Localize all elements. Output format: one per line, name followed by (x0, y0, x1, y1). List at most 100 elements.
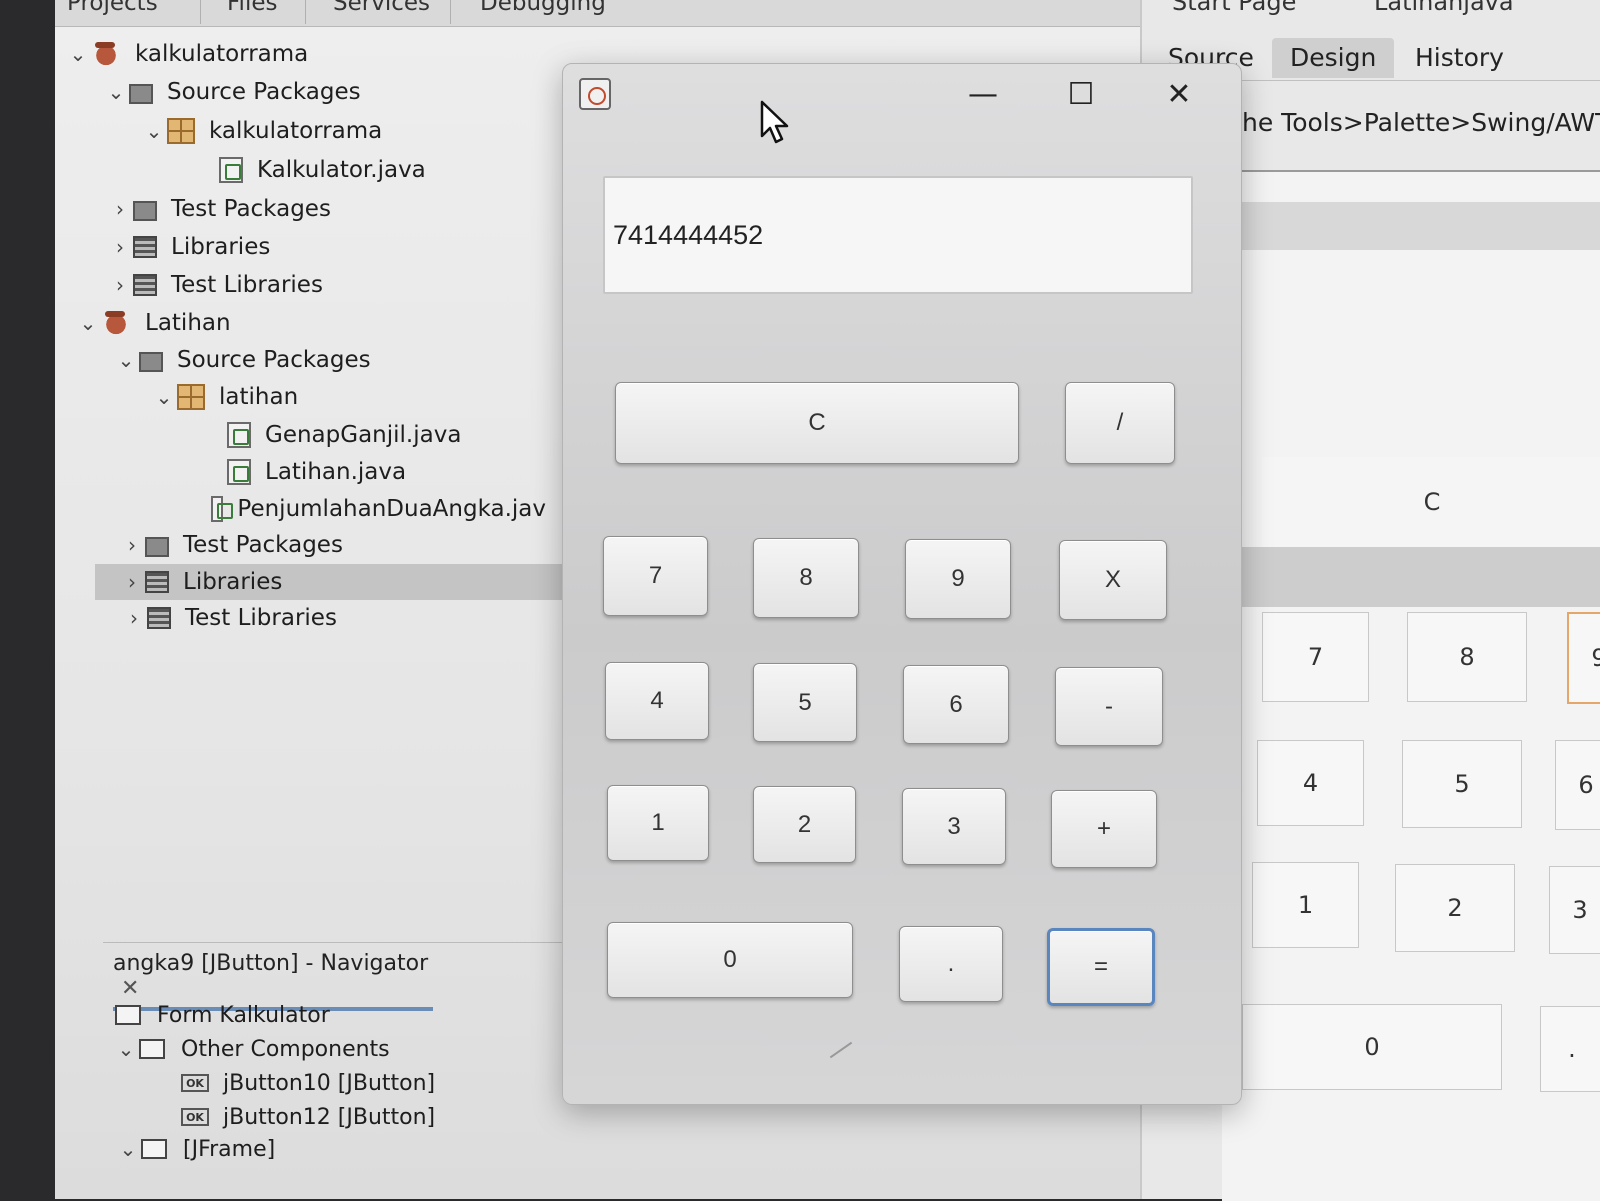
tab-history[interactable]: History (1397, 38, 1522, 78)
java-form-icon (227, 459, 251, 485)
maximize-button[interactable]: ☐ (1051, 72, 1111, 116)
calculator-display[interactable]: 7414444452 (603, 176, 1193, 294)
palette-hint: he Tools>Palette>Swing/AWT (1242, 108, 1600, 137)
components-icon (139, 1039, 165, 1059)
tree-item-label: latihan (219, 384, 299, 410)
design-button-5[interactable]: 5 (1402, 740, 1522, 828)
tab-start-page[interactable]: Start Page (1172, 0, 1296, 16)
tree-item-package[interactable]: ⌄ latihan (151, 379, 298, 415)
navigator-item-other-components[interactable]: ⌄ Other Components (113, 1033, 390, 1065)
navigator-item-label: jButton12 [JButton] (223, 1104, 436, 1130)
design-button-6[interactable]: 6 (1555, 740, 1600, 830)
clear-button[interactable]: C (615, 382, 1019, 464)
design-button-1[interactable]: 1 (1252, 862, 1359, 948)
chevron-down-icon[interactable]: ⌄ (113, 348, 139, 372)
tree-item-java-file[interactable]: Latihan.java (201, 454, 406, 490)
design-button-2[interactable]: 2 (1395, 864, 1515, 952)
design-button-9-selected[interactable]: 9 (1567, 612, 1600, 704)
design-button-8[interactable]: 8 (1407, 612, 1527, 702)
tree-item-test-libraries[interactable]: › Test Libraries (121, 600, 337, 636)
tab-files[interactable]: Files (227, 0, 277, 16)
libraries-icon (133, 236, 157, 258)
editor-file-tab[interactable]: Start Page Latihanjava (1172, 0, 1514, 16)
navigator-item-form[interactable]: Form Kalkulator (115, 999, 330, 1031)
navigator-item-label: jButton10 [JButton] (223, 1070, 436, 1096)
tree-item-java-file[interactable]: GenapGanjil.java (201, 417, 461, 453)
close-icon[interactable]: ✕ (121, 976, 139, 1001)
digit-9-button[interactable]: 9 (905, 539, 1011, 619)
design-button-dot[interactable]: . (1540, 1006, 1600, 1092)
close-button[interactable]: ✕ (1149, 72, 1209, 116)
minus-button[interactable]: - (1055, 667, 1163, 746)
digit-7-button[interactable]: 7 (603, 536, 708, 616)
chevron-down-icon[interactable]: ⌄ (151, 385, 177, 409)
tree-item-source-packages[interactable]: ⌄ Source Packages (113, 342, 371, 378)
design-button-clear[interactable]: C (1262, 457, 1600, 547)
resize-grip[interactable] (829, 1041, 853, 1059)
tree-item-label: Libraries (183, 569, 283, 595)
design-button-7[interactable]: 7 (1262, 612, 1369, 702)
navigator-item-button[interactable]: OK jButton10 [JButton] (181, 1067, 435, 1099)
multiply-button[interactable]: X (1059, 540, 1167, 620)
tree-item-project[interactable]: ⌄ kalkulatorrama (65, 36, 308, 72)
tree-item-test-libraries[interactable]: › Test Libraries (107, 267, 323, 303)
tab-projects[interactable]: Projects (67, 0, 158, 16)
digit-6-button[interactable]: 6 (903, 665, 1009, 744)
digit-3-button[interactable]: 3 (902, 788, 1006, 865)
chevron-right-icon[interactable]: › (121, 606, 147, 630)
tree-item-test-packages[interactable]: › Test Packages (107, 191, 331, 227)
tree-item-test-packages[interactable]: › Test Packages (119, 527, 343, 563)
chevron-down-icon[interactable]: ⌄ (75, 311, 101, 335)
chevron-right-icon[interactable]: › (119, 533, 145, 557)
chevron-down-icon[interactable]: ⌄ (113, 1037, 139, 1061)
package-icon (177, 384, 205, 410)
digit-8-button[interactable]: 8 (753, 538, 859, 618)
chevron-right-icon[interactable]: › (119, 570, 145, 594)
form-icon (115, 1005, 141, 1025)
tree-item-libraries-selected[interactable]: › Libraries (95, 564, 565, 600)
tree-item-project[interactable]: ⌄ Latihan (75, 305, 231, 341)
tree-item-label: Source Packages (167, 79, 361, 105)
java-form-icon (227, 422, 251, 448)
tab-latihan-java[interactable]: Latihanjava (1374, 0, 1514, 16)
equals-button[interactable]: = (1047, 928, 1155, 1006)
chevron-down-icon[interactable]: ⌄ (141, 119, 167, 143)
libraries-icon (133, 274, 157, 296)
chevron-down-icon[interactable]: ⌄ (65, 42, 91, 66)
calculator-titlebar[interactable]: — ☐ ✕ (563, 64, 1241, 126)
tab-separator (305, 0, 306, 24)
minimize-button[interactable]: — (953, 72, 1013, 116)
tree-item-java-file[interactable]: PenjumlahanDuaAngka.jav (201, 491, 546, 527)
chevron-down-icon[interactable]: ⌄ (115, 1137, 141, 1161)
test-packages-icon (145, 537, 169, 557)
package-icon (167, 118, 195, 144)
navigator-item-button[interactable]: OK jButton12 [JButton] (181, 1101, 435, 1133)
design-canvas[interactable]: C 7 8 9 4 5 6 1 2 3 0 . (1222, 170, 1600, 1201)
tree-item-label: Test Packages (183, 532, 343, 558)
tree-item-label: Libraries (171, 234, 271, 260)
tree-item-source-packages[interactable]: ⌄ Source Packages (103, 74, 361, 110)
chevron-right-icon[interactable]: › (107, 197, 133, 221)
tab-debugging[interactable]: Debugging (480, 0, 606, 16)
divide-button[interactable]: / (1065, 382, 1175, 464)
decimal-point-button[interactable]: . (899, 926, 1003, 1002)
navigator-item-frame[interactable]: ⌄ [JFrame] (115, 1133, 276, 1165)
chevron-right-icon[interactable]: › (107, 273, 133, 297)
tree-item-label: GenapGanjil.java (265, 422, 462, 448)
chevron-right-icon[interactable]: › (107, 235, 133, 259)
digit-2-button[interactable]: 2 (753, 786, 856, 863)
design-button-0[interactable]: 0 (1242, 1004, 1502, 1090)
digit-0-button[interactable]: 0 (607, 922, 853, 998)
tree-item-package[interactable]: ⌄ kalkulatorrama (141, 113, 382, 149)
tree-item-java-file[interactable]: Kalkulator.java (193, 152, 426, 188)
plus-button[interactable]: + (1051, 790, 1157, 868)
tree-item-libraries[interactable]: › Libraries (107, 229, 270, 265)
tab-design[interactable]: Design (1272, 38, 1395, 78)
digit-1-button[interactable]: 1 (607, 785, 709, 861)
digit-4-button[interactable]: 4 (605, 662, 709, 740)
digit-5-button[interactable]: 5 (753, 663, 857, 742)
tab-services[interactable]: Services (333, 0, 430, 16)
design-button-4[interactable]: 4 (1257, 740, 1364, 826)
chevron-down-icon[interactable]: ⌄ (103, 80, 129, 104)
design-button-3[interactable]: 3 (1549, 866, 1600, 954)
